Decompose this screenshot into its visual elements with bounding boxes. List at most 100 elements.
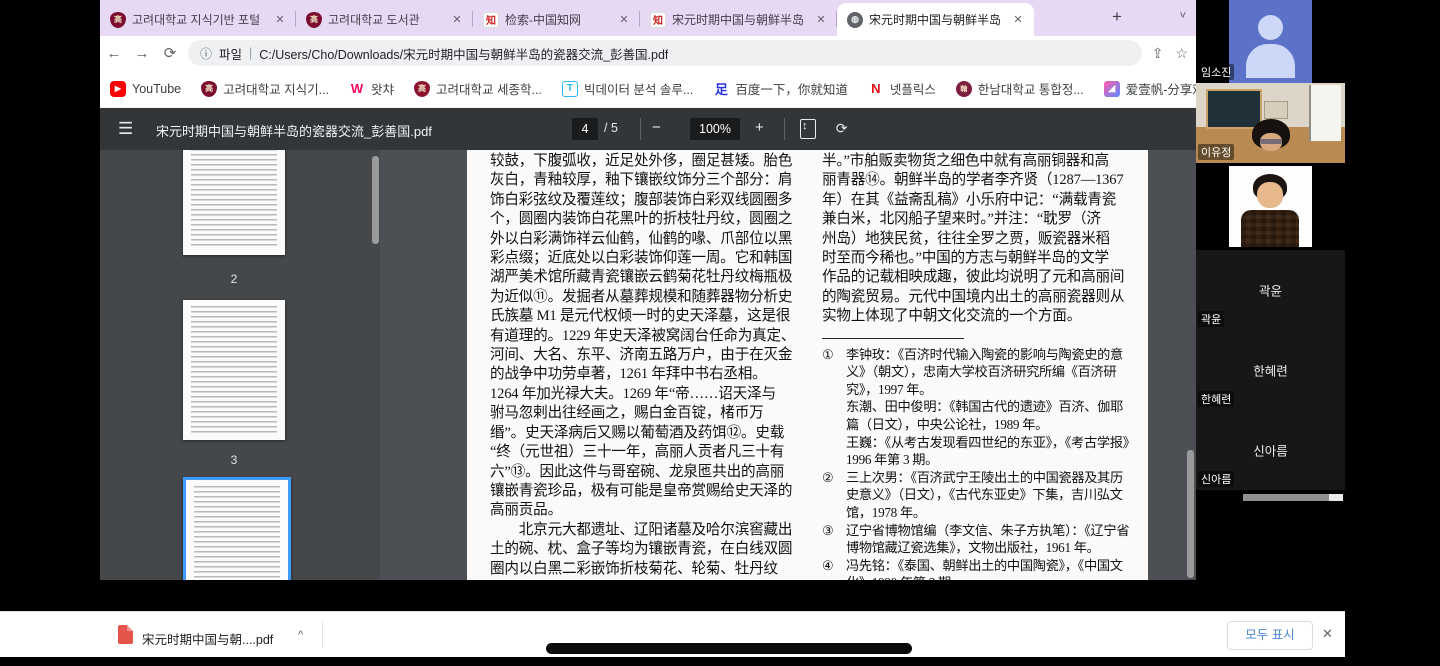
pdf-text-line: 土的碗、枕、盒子等均为镶嵌青瓷，在白线双圆 bbox=[490, 540, 814, 559]
tab-favicon-icon: 高 bbox=[110, 12, 126, 28]
download-caret-icon[interactable]: ^ bbox=[298, 629, 303, 641]
thumbnail-page-2[interactable] bbox=[183, 150, 285, 255]
tab-close-icon[interactable]: ✕ bbox=[813, 12, 829, 28]
pdf-page: 较鼓，下腹弧收，近足处外侈，圈足甚矮。胎色灰白，青釉较厚，釉下镶嵌纹饰分三个部分… bbox=[467, 150, 1148, 580]
pdf-text-line: 镶嵌青瓷珍品，极有可能是皇帝赏赐给史天泽的 bbox=[490, 482, 814, 501]
bookmark-item[interactable]: ⾜ 百度一下，你就知道 bbox=[713, 79, 848, 98]
bookmark-label: 고려대학교 세종학... bbox=[436, 79, 542, 98]
tab-title: 检索-中国知网 bbox=[505, 11, 610, 28]
tab-strip-chevron-icon[interactable]: ˅ bbox=[1180, 10, 1186, 22]
footnote-line: 义》（朝文），忠南大学校百济研究所编《百济研 bbox=[822, 363, 1146, 381]
taskbar-pill bbox=[546, 643, 912, 654]
bookmark-favicon-icon: W bbox=[349, 81, 365, 97]
pdf-text-line: 六”⑬。因此这件与哥窑碗、龙泉匜共出的高丽 bbox=[490, 463, 814, 482]
tab-close-icon[interactable]: ✕ bbox=[272, 12, 288, 28]
footnote-marker bbox=[822, 504, 846, 522]
pdf-scrollbar[interactable] bbox=[1187, 450, 1194, 578]
bookmark-star-icon[interactable]: ☆ bbox=[1175, 45, 1188, 62]
bookmark-item[interactable]: ▶ YouTube bbox=[110, 81, 181, 97]
bookmark-item[interactable]: 高 고려대학교 세종학... bbox=[414, 79, 542, 98]
show-all-downloads-button[interactable]: 모두 표시 bbox=[1227, 621, 1313, 650]
page-number-input[interactable]: 4 bbox=[572, 118, 598, 140]
bookmark-label: 넷플릭스 bbox=[890, 79, 936, 98]
participant-tile[interactable]: 한혜련 한혜련 bbox=[1196, 330, 1345, 410]
zoom-level[interactable]: 100% bbox=[690, 118, 740, 140]
video-participants-panel: 임소진 이유정 곽윤 곽윤 한혜련 한혜련 신아름 신아름 bbox=[1196, 0, 1345, 610]
forward-icon[interactable]: → bbox=[128, 45, 156, 62]
tab-close-icon[interactable]: ✕ bbox=[449, 12, 465, 28]
page-info-icon[interactable]: ⓘ bbox=[200, 45, 212, 62]
bookmark-item[interactable]: 高 고려대학교 지식기... bbox=[201, 79, 329, 98]
bookmark-label: 빅데이터 분석 솔루... bbox=[584, 79, 693, 98]
participant-tile[interactable]: 신아름 신아름 bbox=[1196, 410, 1345, 490]
pdf-text-line: 年）在其《益斋乱稿》小乐府中记：“满载青瓷 bbox=[822, 191, 1146, 210]
tab-close-icon[interactable]: ✕ bbox=[1010, 12, 1026, 28]
footnote-line: 博物馆藏辽瓷选集》，文物出版社，1961 年。 bbox=[822, 539, 1146, 557]
fit-to-page-icon[interactable] bbox=[800, 119, 816, 139]
address-bar[interactable]: ⓘ 파일 | C:/Users/Cho/Downloads/宋元时期中国与朝鲜半… bbox=[188, 40, 1142, 66]
pdf-text-line: 彩点缀；近底处以白彩装饰仰莲一周。它和韩国 bbox=[490, 249, 814, 268]
bookmark-item[interactable]: N 넷플릭스 bbox=[868, 79, 936, 98]
bookmark-item[interactable]: W 왓챠 bbox=[349, 79, 394, 98]
footnote-marker bbox=[822, 451, 846, 469]
bookmark-label: 爱壹帆-分享欢乐 bbox=[1126, 79, 1196, 98]
back-icon[interactable]: ← bbox=[100, 45, 128, 62]
participant-display-name: 곽윤 bbox=[1196, 281, 1345, 300]
thumbnail-page-4-selected[interactable] bbox=[183, 477, 291, 580]
pdf-text-line: 缗”。史天泽病后又赐以葡萄酒及药饵⑫。史载 bbox=[490, 424, 814, 443]
shelf-close-icon[interactable]: ✕ bbox=[1322, 626, 1333, 642]
footnote-marker: ③ bbox=[822, 522, 846, 540]
footnote-marker bbox=[822, 381, 846, 399]
bookmark-label: 百度一下，你就知道 bbox=[735, 79, 848, 98]
browser-tab[interactable]: 高 고려대학교 지식기반 포털 ✕ bbox=[100, 3, 296, 36]
footnote-line: 史意义》（日文），《古代东亚史》下集，吉川弘文 bbox=[822, 486, 1146, 504]
footnote-line: ① 李钟玫：《百济时代输入陶瓷的影响与陶瓷史的意 bbox=[822, 346, 1146, 364]
tab-title: 宋元时期中国与朝鲜半岛 bbox=[672, 11, 807, 28]
bookmark-item[interactable]: 翰 한남대학교 통합정... bbox=[956, 79, 1084, 98]
pdf-text-line: 1264 年加光禄大夫。1269 年“帝……诏天泽与 bbox=[490, 385, 814, 404]
participant-tile[interactable]: 임소진 bbox=[1196, 0, 1345, 83]
rotate-icon[interactable]: ⟲ bbox=[836, 120, 848, 137]
bookmark-favicon-icon: 高 bbox=[201, 81, 217, 97]
pdf-text-line: 驸马忽剌出往经画之，赐白金百锭，楮币万 bbox=[490, 404, 814, 423]
footnote-divider bbox=[822, 338, 964, 339]
thumbnail-scrollbar[interactable] bbox=[372, 156, 379, 244]
downloaded-filename[interactable]: 宋元时期中国与朝....pdf bbox=[142, 629, 273, 648]
pdf-text-line: 的陶瓷贸易。元代中国境内出土的高丽瓷器则从 bbox=[822, 288, 1146, 307]
share-icon[interactable]: ⇪ bbox=[1152, 45, 1164, 62]
bookmark-label: YouTube bbox=[132, 82, 181, 96]
bookmark-item[interactable]: T 빅데이터 분석 솔루... bbox=[562, 79, 693, 98]
participant-tile[interactable]: 곽윤 곽윤 bbox=[1196, 250, 1345, 330]
browser-tab[interactable]: 高 고려대학교 도서관 ✕ bbox=[296, 3, 473, 36]
zoom-out-button[interactable]: − bbox=[652, 119, 661, 136]
new-tab-button[interactable]: + bbox=[1112, 7, 1122, 27]
browser-tab[interactable]: ◍ 宋元时期中国与朝鲜半岛 ✕ bbox=[837, 3, 1034, 36]
bookmark-item[interactable]: ◢ 爱壹帆-分享欢乐 bbox=[1104, 79, 1196, 98]
footnote-text: 史意义》（日文），《古代东亚史》下集，吉川弘文 bbox=[846, 486, 1146, 504]
bookmark-favicon-icon: ▶ bbox=[110, 81, 126, 97]
pdf-text-line: 河间、大名、东平、济南五路万户，由于在灭金 bbox=[490, 346, 814, 365]
footnote-line: ④ 冯先铭：《泰国、朝鲜出土的中国陶瓷》，《中国文 bbox=[822, 557, 1146, 575]
pdf-text-line: 的战争中功劳卓著，1261 年拜中书右丞相。 bbox=[490, 365, 814, 384]
footnote-marker bbox=[822, 434, 846, 452]
thumbnail-number: 3 bbox=[183, 453, 285, 467]
reload-icon[interactable]: ⟳ bbox=[156, 44, 184, 62]
pdf-text-line: 个，圆圈内装饰白花黑叶的折枝牡丹纹，圆圈之 bbox=[490, 210, 814, 229]
thumbnail-page-3[interactable] bbox=[183, 300, 285, 440]
pdf-text-line: 北京元大都遗址、辽阳诸墓及哈尔滨窖藏出 bbox=[490, 521, 814, 540]
browser-tab[interactable]: 知 检索-中国知网 ✕ bbox=[473, 3, 640, 36]
browser-tab[interactable]: 知 宋元时期中国与朝鲜半岛 ✕ bbox=[640, 3, 837, 36]
menu-icon[interactable]: ☰ bbox=[118, 119, 133, 139]
avatar bbox=[1229, 0, 1312, 83]
footnote-text: 博物馆藏辽瓷选集》，文物出版社，1961 年。 bbox=[846, 539, 1146, 557]
footnote-line: 东潮、田中俊明：《韩国古代的遗迹》百济、伽耶 bbox=[822, 398, 1146, 416]
footnote-marker bbox=[822, 363, 846, 381]
bookmark-favicon-icon: T bbox=[562, 81, 578, 97]
participant-tile[interactable] bbox=[1196, 163, 1345, 250]
address-prefix: 파일 bbox=[219, 44, 242, 63]
shelf-divider bbox=[322, 622, 323, 648]
zoom-in-button[interactable]: + bbox=[755, 119, 764, 136]
tab-close-icon[interactable]: ✕ bbox=[616, 12, 632, 28]
footnote-line: ③ 辽宁省博物馆编（李文信、朱子方执笔）：《辽宁省 bbox=[822, 522, 1146, 540]
participant-tile[interactable]: 이유정 bbox=[1196, 83, 1345, 163]
